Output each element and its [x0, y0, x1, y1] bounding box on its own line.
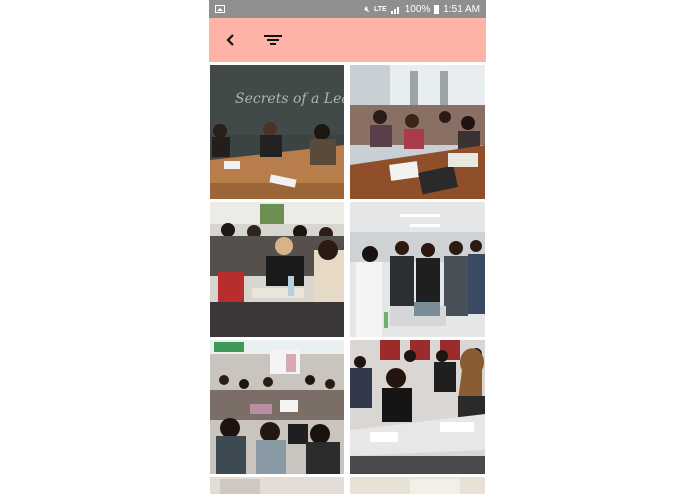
- photo-grid: Secrets of a Lead Girls: [209, 62, 486, 494]
- photo-tile[interactable]: [210, 477, 344, 494]
- battery-icon: [434, 4, 440, 14]
- lte-icon: LTE: [374, 5, 387, 13]
- photo-tile[interactable]: Secrets of a Lead Girls: [210, 65, 344, 199]
- mute-icon: 🔇︎: [364, 3, 371, 14]
- signal-icon: [390, 5, 401, 14]
- photo-classroom-table: [350, 65, 485, 199]
- photo-classroom-chalkboard: Secrets of a Lead Girls: [210, 65, 344, 199]
- filter-icon: [264, 35, 282, 45]
- photo-group-discussion: [350, 340, 485, 474]
- photo-tile[interactable]: [350, 340, 485, 474]
- photo-tile[interactable]: [350, 65, 485, 199]
- chevron-left-icon: [226, 34, 234, 46]
- filter-button[interactable]: [261, 30, 285, 50]
- chalkboard-text: Secrets of a Lead Girls: [235, 91, 344, 107]
- toolbar: [209, 18, 486, 62]
- battery-percent: 100%: [404, 3, 431, 15]
- photo-standing-group: [350, 202, 485, 337]
- status-bar: 🔇︎ LTE 100% 1:51 AM: [209, 0, 486, 18]
- photo-hackathon-crowd: [210, 340, 344, 474]
- photo-tile[interactable]: [210, 340, 344, 474]
- image-icon: [215, 5, 225, 13]
- phone-screen: 🔇︎ LTE 100% 1:51 AM Secrets of a Le: [209, 0, 486, 494]
- photo-tile[interactable]: [350, 202, 485, 337]
- clock: 1:51 AM: [443, 3, 480, 15]
- photo-tile[interactable]: [350, 477, 485, 494]
- back-button[interactable]: [221, 30, 241, 50]
- photo-partial: [350, 477, 485, 494]
- photo-partial: [210, 477, 344, 494]
- photo-tile[interactable]: [210, 202, 344, 337]
- photo-crowded-room: [210, 202, 344, 337]
